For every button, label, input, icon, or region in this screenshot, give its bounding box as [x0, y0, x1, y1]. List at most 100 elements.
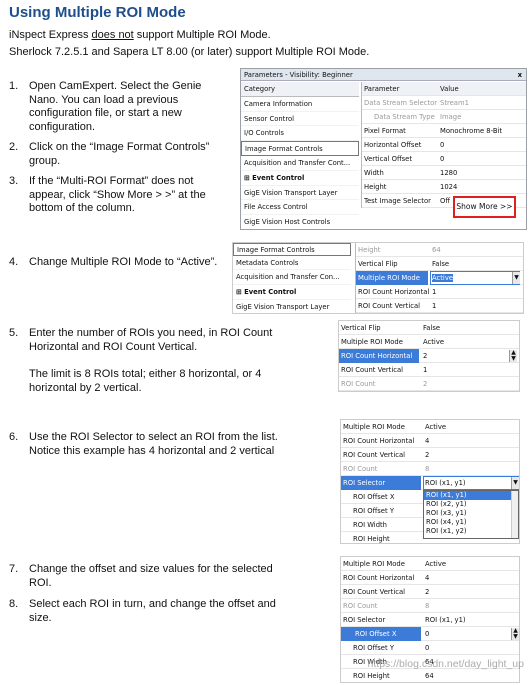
roi-offset-x-input[interactable]: 0 — [425, 627, 429, 641]
param-name: Multiple ROI Mode — [343, 560, 405, 568]
category-io-controls[interactable]: I/O Controls — [241, 126, 359, 142]
category-acquisition-transfer[interactable]: Acquisition and Transfer Con... — [233, 270, 351, 285]
show-more-button[interactable]: Show More >> — [453, 196, 516, 218]
param-value[interactable]: 2 — [423, 349, 427, 363]
param-value: Active — [425, 423, 447, 431]
step-line: Horizontal and ROI Count Vertical. — [29, 340, 198, 353]
category-sensor-control[interactable]: Sensor Control — [241, 112, 359, 127]
param-row[interactable]: Data Stream Selector Stream1 — [362, 96, 526, 110]
category-event-control[interactable]: ⊞ Event Control — [233, 285, 351, 300]
category-camera-information[interactable]: Camera Information — [241, 97, 359, 112]
param-value: 8 — [425, 602, 430, 610]
step-line: configuration file, or start a new — [29, 107, 182, 119]
param-row[interactable]: ROI Count Horizontal 4 — [341, 434, 519, 448]
param-value: 0 — [440, 155, 445, 163]
category-file-access[interactable]: File Access Control — [241, 200, 359, 216]
param-name: Vertical Flip — [341, 324, 381, 332]
param-row[interactable]: ROI Offset Y 0 — [341, 641, 519, 655]
param-value: 1280 — [440, 169, 458, 177]
param-row[interactable]: Vertical Offset 0 — [362, 152, 526, 166]
category-header: Category — [241, 82, 359, 97]
param-row[interactable]: ROI Count Horizontal 4 — [341, 571, 519, 585]
category-gige-transport[interactable]: GigE Vision Transport Layer — [241, 186, 359, 201]
param-row[interactable]: Multiple ROI Mode Active — [339, 335, 519, 349]
param-value: False — [423, 324, 441, 332]
dropdown-scrollbar[interactable] — [511, 491, 518, 538]
param-value: 1 — [432, 302, 437, 310]
dropdown-arrow-icon[interactable]: ▼ — [511, 477, 519, 489]
param-row[interactable]: ROI Count Vertical 1 — [339, 363, 519, 377]
param-row[interactable]: Horizontal Offset 0 — [362, 138, 526, 152]
param-row[interactable]: ROI Count 8 — [341, 599, 519, 613]
param-row[interactable]: ROI Count 8 — [341, 462, 519, 476]
param-row[interactable]: ROI Offset X 0 ▲ ▼ — [341, 627, 519, 641]
param-value: Monochrome 8-Bit — [440, 127, 503, 135]
param-value: 0 — [425, 644, 430, 652]
param-name: Test Image Selector — [364, 197, 431, 205]
category-label: Event Control — [252, 173, 305, 182]
step-line: bottom of the column. — [29, 202, 135, 214]
param-row[interactable]: Height 64 — [356, 243, 523, 257]
category-acquisition-transfer[interactable]: Acquisition and Transfer Cont... — [241, 156, 359, 171]
param-row[interactable]: Width 1280 — [362, 166, 526, 180]
param-value: 8 — [425, 465, 430, 473]
param-row[interactable]: Height 1024 — [362, 180, 526, 194]
roi-selector-dropdown-list[interactable]: ROI (x1, y1) ROI (x2, y1) ROI (x3, y1) R… — [423, 490, 519, 539]
dropdown-option[interactable]: ROI (x3, y1) — [424, 509, 518, 518]
category-metadata-controls[interactable]: Metadata Controls — [233, 256, 351, 270]
param-value: 1 — [423, 366, 428, 374]
param-row[interactable]: ROI Count Vertical 2 — [341, 448, 519, 462]
roi-selector-select[interactable]: ROI (x1, y1) — [423, 476, 519, 490]
step-line: Open CamExpert. Select the Genie — [29, 80, 202, 92]
param-name: ROI Offset X — [353, 493, 395, 501]
param-value: 4 — [425, 437, 430, 445]
param-name: Data Stream Type — [374, 113, 435, 121]
close-icon[interactable]: x — [518, 69, 522, 81]
param-row[interactable]: Vertical Flip False — [339, 321, 519, 335]
step-number: 1. — [9, 80, 19, 92]
step-line: Change the offset and size values for th… — [29, 563, 273, 575]
param-row[interactable]: ROI Selector ROI (x1, y1) — [341, 613, 519, 627]
category-gige-transport[interactable]: GigE Vision Transport Layer — [233, 300, 351, 313]
param-name: Multiple ROI Mode — [343, 423, 405, 431]
step-line: Use the ROI Selector to select an ROI fr… — [29, 431, 278, 443]
step-line: ROI. — [29, 576, 52, 589]
param-row[interactable]: ROI Count Horizontal 1 — [356, 285, 523, 299]
step-number: 4. — [9, 256, 19, 268]
param-row[interactable]: Multiple ROI Mode Active ▼ — [356, 271, 523, 285]
param-row[interactable]: ROI Count Vertical 2 — [341, 585, 519, 599]
category-image-format-controls[interactable]: Image Format Controls — [241, 141, 359, 156]
dropdown-option[interactable]: ROI (x2, y1) — [424, 500, 518, 509]
param-name: ROI Count — [343, 602, 378, 610]
intro-line-1-post: support Multiple ROI Mode. — [133, 29, 271, 41]
param-name: Height — [358, 246, 381, 254]
param-row[interactable]: Multiple ROI Mode Active — [341, 557, 519, 571]
param-row[interactable]: Multiple ROI Mode Active — [341, 420, 519, 434]
dropdown-option[interactable]: ROI (x4, y1) — [424, 518, 518, 527]
spin-arrows-icon[interactable]: ▲ ▼ — [511, 628, 519, 640]
param-name: ROI Height — [353, 535, 390, 543]
param-value: Stream1 — [440, 99, 469, 107]
param-row[interactable]: ROI Count 2 — [339, 377, 519, 391]
param-row[interactable]: Data Stream Type Image — [362, 110, 526, 124]
param-row[interactable]: ROI Count Horizontal 2 ▲ ▼ — [339, 349, 519, 363]
param-row[interactable]: Pixel Format Monochrome 8-Bit — [362, 124, 526, 138]
param-row[interactable]: ROI Count Vertical 1 — [356, 299, 523, 313]
param-row[interactable]: ROI Selector ROI (x1, y1) ▼ — [341, 476, 519, 490]
param-row[interactable]: ROI Height 64 — [341, 669, 519, 682]
panel-titlebar: Parameters - Visibility: Beginner x — [241, 69, 526, 81]
category-gige-host[interactable]: GigE Vision Host Controls — [241, 215, 359, 229]
dropdown-option[interactable]: ROI (x1, y2) — [424, 527, 518, 536]
dropdown-arrow-icon[interactable]: ▼ — [512, 272, 520, 284]
param-value: Image — [440, 113, 462, 121]
dropdown-option[interactable]: ROI (x1, y1) — [424, 491, 518, 500]
step-line: horizontal by 2 vertical. — [29, 381, 142, 394]
param-row[interactable]: Vertical Flip False — [356, 257, 523, 271]
spin-arrows-icon[interactable]: ▲ ▼ — [509, 350, 517, 362]
param-name: ROI Count Vertical — [358, 302, 421, 310]
category-event-control[interactable]: ⊞ Event Control — [241, 171, 359, 186]
category-image-format-controls[interactable]: Image Format Controls — [233, 243, 351, 256]
param-name: ROI Count Horizontal — [343, 437, 415, 445]
step-number: 3. — [9, 175, 19, 187]
multiple-roi-mode-select[interactable]: Active — [430, 271, 520, 285]
